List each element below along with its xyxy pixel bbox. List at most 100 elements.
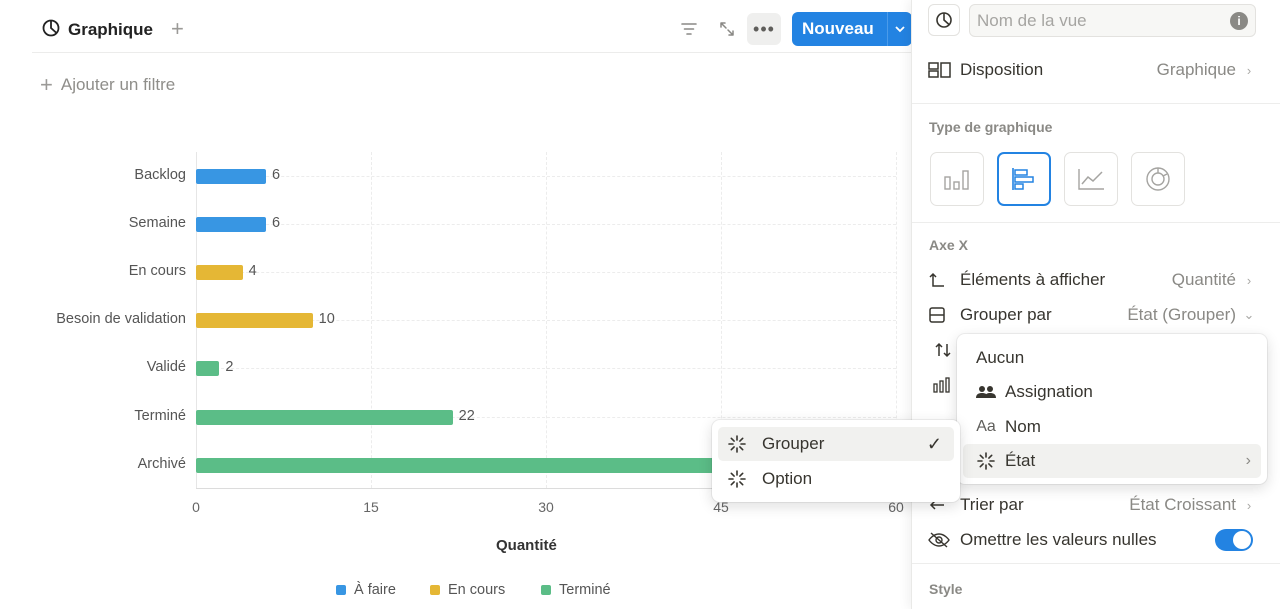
- state-submenu: Grouper ✓ Option: [712, 420, 960, 502]
- chevron-right-icon: ›: [1245, 452, 1251, 469]
- y-tick-label: Archivé: [137, 455, 186, 472]
- legend-label: En cours: [448, 582, 506, 598]
- bar-value-label: 22: [458, 407, 475, 424]
- legend-swatch: [430, 585, 440, 595]
- status-icon: [971, 451, 1001, 471]
- group-by-menu: Aucun Assignation Aa Nom État ›: [957, 334, 1267, 484]
- axis-arrow-icon: [928, 271, 960, 289]
- grid-line: [196, 176, 896, 177]
- menu-item-label: Nom: [1005, 417, 1041, 436]
- y-tick-label: Backlog: [134, 167, 186, 183]
- chevron-right-icon: ›: [1246, 62, 1252, 78]
- view-tab-label: Graphique: [68, 20, 154, 39]
- layout-value: Graphique: [1156, 60, 1236, 79]
- menu-item-label: Aucun: [976, 348, 1025, 367]
- bar[interactable]: [196, 313, 313, 329]
- more-options-button[interactable]: •••: [747, 13, 781, 45]
- group-option-etat[interactable]: État ›: [963, 444, 1261, 478]
- header-divider: [32, 52, 912, 53]
- legend-item[interactable]: Terminé: [541, 582, 611, 598]
- status-icon: [722, 434, 752, 454]
- omit-null-row: Omettre les valeurs nulles: [928, 523, 1256, 557]
- chevron-down-icon[interactable]: [888, 22, 912, 36]
- eye-slash-icon: [928, 532, 960, 548]
- ellipsis-icon: •••: [753, 18, 775, 39]
- show-items-label: Éléments à afficher: [960, 270, 1106, 289]
- show-items-row[interactable]: Éléments à afficher Quantité ›: [928, 263, 1256, 297]
- legend-swatch: [541, 585, 551, 595]
- show-items-value: Quantité: [1171, 270, 1236, 289]
- sort-by-value: État Croissant: [1129, 495, 1236, 514]
- horizontal-bar-chart-icon: [1012, 168, 1034, 190]
- panel-divider: [912, 222, 1280, 223]
- line-chart-icon: [1078, 169, 1104, 190]
- chart-view-icon: [42, 19, 60, 42]
- view-icon-button[interactable]: [928, 4, 960, 36]
- chart-view-icon: [936, 12, 952, 28]
- bar-count-icon: [933, 377, 953, 398]
- group-by-value: État (Grouper): [1127, 305, 1236, 324]
- bar[interactable]: [196, 265, 243, 281]
- people-icon: [971, 385, 1001, 399]
- group-option-assignation[interactable]: Assignation: [963, 375, 1261, 409]
- omit-null-toggle[interactable]: [1215, 529, 1253, 551]
- legend-label: Terminé: [559, 582, 611, 598]
- expand-icon[interactable]: [718, 20, 736, 43]
- chevron-down-icon: ⌄: [1243, 307, 1255, 322]
- view-tab-chart[interactable]: Graphique: [42, 18, 153, 42]
- sort-by-label: Trier par: [960, 495, 1024, 514]
- group-option-none[interactable]: Aucun: [963, 341, 1261, 375]
- text-aa-icon: Aa: [976, 418, 996, 435]
- chevron-right-icon: ›: [1246, 497, 1252, 513]
- toggle-knob: [1233, 531, 1251, 549]
- bar[interactable]: [196, 409, 453, 425]
- bar[interactable]: [196, 169, 266, 184]
- panel-divider: [912, 103, 1280, 104]
- layout-icon: [928, 61, 960, 79]
- bar[interactable]: [196, 217, 266, 233]
- donut-chart-icon: [1146, 167, 1170, 191]
- chart-type-vertical-bar[interactable]: [930, 152, 984, 206]
- new-button[interactable]: Nouveau: [792, 12, 912, 46]
- filter-icon[interactable]: [680, 20, 698, 43]
- x-axis-section-title: Axe X: [929, 237, 968, 253]
- x-tick-label: 0: [192, 499, 200, 515]
- legend-item[interactable]: À faire: [336, 582, 396, 598]
- group-by-label: Grouper par: [960, 305, 1052, 324]
- legend-label: À faire: [354, 582, 396, 598]
- add-view-icon[interactable]: +: [171, 16, 184, 42]
- y-tick-label: Semaine: [128, 215, 186, 232]
- view-name-input[interactable]: [969, 4, 1256, 37]
- menu-item-label: Grouper: [762, 434, 825, 453]
- legend-item[interactable]: En cours: [430, 582, 505, 598]
- checkmark-icon: ✓: [926, 433, 942, 454]
- y-tick-label: Besoin de validation: [56, 311, 186, 328]
- layout-row[interactable]: Disposition Graphique ›: [928, 53, 1256, 87]
- state-option-grouper[interactable]: Grouper ✓: [718, 427, 954, 461]
- menu-item-label: État: [1005, 451, 1036, 470]
- grid-line: [196, 368, 896, 370]
- x-axis-title: Quantité: [496, 537, 557, 554]
- panel-divider: [912, 563, 1280, 564]
- chart-type-donut[interactable]: [1131, 152, 1185, 206]
- chart-type-horizontal-bar[interactable]: [997, 152, 1051, 206]
- state-option-option[interactable]: Option: [718, 462, 954, 496]
- y-tick-label: Terminé: [134, 407, 186, 424]
- bar[interactable]: [196, 361, 220, 377]
- menu-item-label: Assignation: [1005, 382, 1093, 401]
- plus-icon: +: [40, 72, 53, 97]
- omit-null-label: Omettre les valeurs nulles: [960, 530, 1157, 549]
- add-filter-button[interactable]: + Ajouter un filtre: [40, 72, 175, 98]
- menu-item-label: Option: [762, 469, 813, 488]
- chart-type-line[interactable]: [1064, 152, 1118, 206]
- bar-value-label: 4: [248, 263, 257, 280]
- y-tick-label: Validé: [146, 359, 186, 376]
- sort-by-row[interactable]: Trier par État Croissant ›: [928, 488, 1256, 522]
- y-tick-label: En cours: [128, 263, 186, 280]
- vertical-bar-chart-icon: [944, 170, 969, 190]
- group-option-nom[interactable]: Aa Nom: [963, 410, 1261, 444]
- legend-swatch: [336, 585, 346, 595]
- group-by-row[interactable]: Grouper par État (Grouper) ⌄: [928, 298, 1256, 332]
- bar-value-label: 6: [272, 215, 281, 232]
- info-icon[interactable]: i: [1230, 12, 1248, 30]
